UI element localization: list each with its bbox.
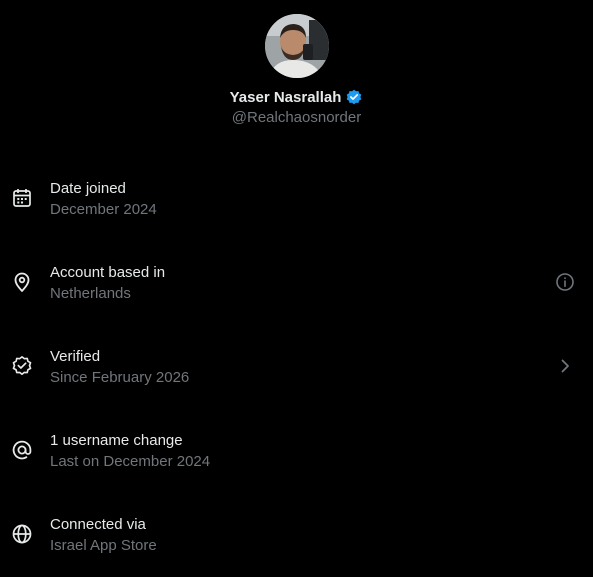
row-subtitle: Since February 2026 (50, 369, 190, 386)
at-sign-icon (11, 439, 33, 461)
row-title: Verified (50, 348, 101, 365)
about-account-list: Date joined December 2024 Account based … (0, 157, 593, 577)
calendar-icon (11, 187, 33, 209)
verified-badge-icon (345, 88, 363, 106)
row-verified[interactable]: Verified Since February 2026 (0, 325, 593, 409)
row-title: Date joined (50, 180, 126, 197)
row-title: Connected via (50, 516, 146, 533)
location-pin-icon (11, 271, 33, 293)
avatar[interactable] (264, 14, 329, 78)
profile-header: Yaser Nasrallah @Realchaosnorder (0, 14, 593, 126)
globe-icon (11, 523, 33, 545)
row-text: Connected via Israel App Store (50, 515, 157, 555)
row-text: Date joined December 2024 (50, 179, 157, 219)
chevron-right-icon[interactable] (555, 356, 575, 376)
row-title: Account based in (50, 264, 166, 281)
row-subtitle: Last on December 2024 (50, 453, 211, 470)
row-connected-via[interactable]: Connected via Israel App Store (0, 493, 593, 577)
row-subtitle: Israel App Store (50, 537, 157, 554)
row-username-changes[interactable]: 1 username change Last on December 2024 (0, 409, 593, 493)
verified-check-icon (11, 355, 33, 377)
row-subtitle: Netherlands (50, 285, 131, 302)
row-account-based-in[interactable]: Account based in Netherlands (0, 241, 593, 325)
row-date-joined[interactable]: Date joined December 2024 (0, 157, 593, 241)
username-handle: @Realchaosnorder (231, 109, 362, 126)
row-text: Account based in Netherlands (50, 263, 165, 303)
row-title: 1 username change (50, 432, 183, 449)
info-icon[interactable] (555, 272, 575, 292)
row-text: 1 username change Last on December 2024 (50, 431, 210, 471)
name-row: Yaser Nasrallah (0, 87, 593, 107)
row-subtitle: December 2024 (50, 201, 157, 218)
display-name: Yaser Nasrallah (229, 88, 342, 106)
row-text: Verified Since February 2026 (50, 347, 189, 387)
